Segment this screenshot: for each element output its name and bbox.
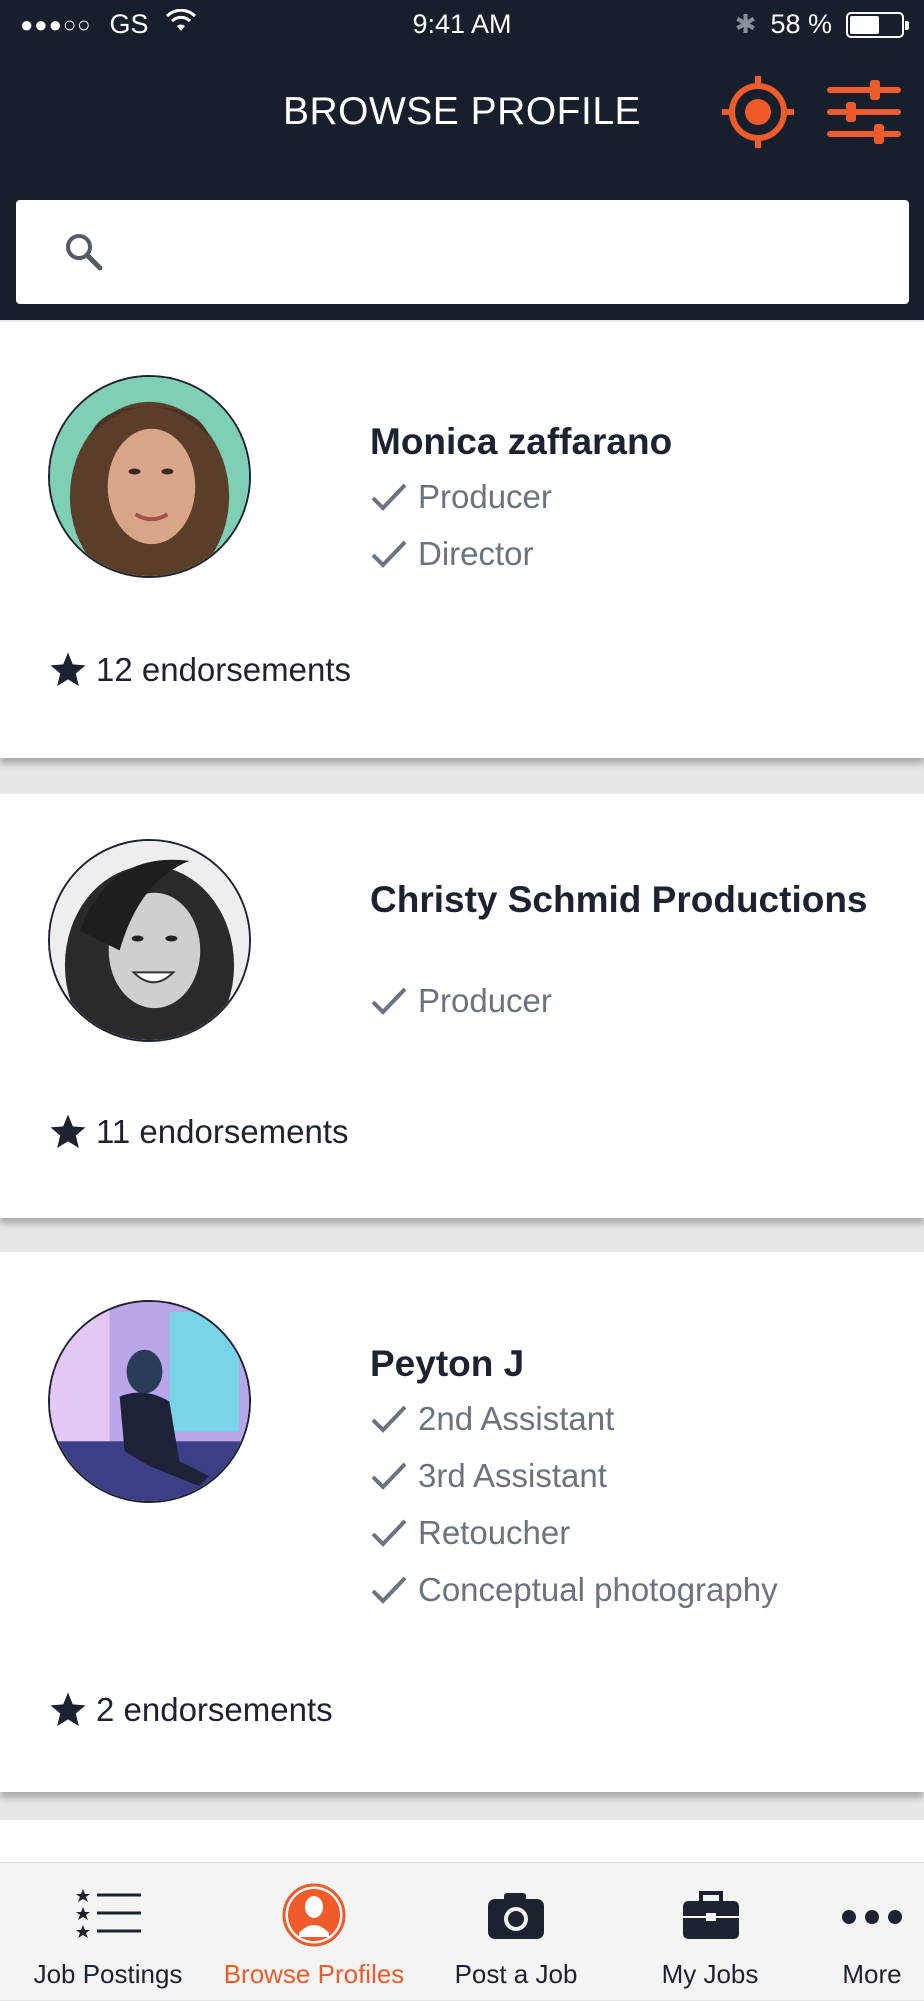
checkmark-icon [371, 540, 407, 568]
sliders-icon [827, 80, 901, 144]
profile-name: Peyton J [370, 1343, 525, 1384]
tab-post-a-job[interactable]: Post a Job [436, 1863, 596, 2001]
status-bar: ●●●○○ GS 9:41 AM ✱ 58 % [0, 0, 924, 48]
person-icon [282, 1883, 346, 1947]
tab-more[interactable]: More [792, 1863, 924, 2001]
avatar [48, 839, 251, 1042]
endorsement-count: 11 endorsements [48, 1112, 349, 1152]
role-label: 3rd Assistant [418, 1456, 607, 1494]
role-label: Producer [418, 981, 552, 1019]
role-label: Producer [418, 477, 552, 515]
role-label: Director [418, 534, 534, 572]
briefcase-icon [683, 1891, 739, 1939]
checkmark-icon [371, 1462, 407, 1490]
profile-card-monica[interactable]: Monica zaffarano Producer Director 12 en… [0, 322, 924, 758]
endorsement-count: 12 endorsements [48, 650, 351, 690]
star-icon [50, 1692, 86, 1726]
role-item: Producer [370, 468, 890, 525]
tab-job-postings[interactable]: Job Postings [28, 1863, 188, 2001]
battery-percent: 58 % [770, 9, 832, 39]
crosshair-icon [722, 76, 794, 148]
role-label: 2nd Assistant [418, 1399, 615, 1437]
profile-card-peyton[interactable]: Peyton J 2nd Assistant 3rd Assistant Ret… [0, 1252, 924, 1792]
endorsement-label: 2 endorsements [96, 1691, 333, 1728]
search-icon [66, 234, 103, 271]
avatar [48, 1300, 251, 1503]
filter-button[interactable] [826, 76, 902, 148]
checkmark-icon [371, 1405, 407, 1433]
profile-card-christy[interactable]: Christy Schmid Productions Producer 11 e… [0, 794, 924, 1218]
tab-label: Post a Job [454, 1959, 578, 1989]
search-input[interactable] [126, 220, 886, 284]
avatar [48, 375, 251, 578]
bluetooth-icon: ✱ [734, 9, 757, 39]
profile-name: Christy Schmid Productions [370, 879, 868, 920]
role-item: Conceptual photography [370, 1561, 890, 1618]
tab-label: More [842, 1959, 902, 1989]
search-bar[interactable] [16, 200, 909, 304]
role-label: Retoucher [418, 1513, 571, 1551]
role-item: Retoucher [370, 1504, 890, 1561]
profile-name: Monica zaffarano [370, 421, 673, 462]
checkmark-icon [371, 1519, 407, 1547]
battery-icon [846, 11, 909, 38]
role-item: 2nd Assistant [370, 1390, 890, 1447]
checkmark-icon [371, 483, 407, 511]
star-icon [50, 652, 86, 686]
role-label: Conceptual photography [418, 1570, 778, 1608]
role-item: 3rd Assistant [370, 1447, 890, 1504]
tab-my-jobs[interactable]: My Jobs [630, 1863, 790, 2001]
battery-level [850, 15, 879, 34]
star-icon [50, 1114, 86, 1148]
endorsement-label: 12 endorsements [96, 651, 351, 688]
more-icon [842, 1910, 902, 1924]
header: ●●●○○ GS 9:41 AM ✱ 58 % BROWSE PROFILE [0, 0, 924, 320]
endorsement-label: 11 endorsements [96, 1113, 349, 1150]
camera-icon [488, 1893, 544, 1939]
tab-label: Job Postings [33, 1959, 183, 1989]
tab-browse-profiles[interactable]: Browse Profiles [224, 1863, 404, 2001]
tab-label: Browse Profiles [223, 1959, 405, 1989]
checkmark-icon [371, 987, 407, 1015]
tab-bar: Job Postings Browse Profiles Post a Job … [0, 1862, 924, 2000]
list-icon [76, 1889, 141, 1938]
checkmark-icon [371, 1576, 407, 1604]
role-item: Producer [370, 972, 890, 1029]
endorsement-count: 2 endorsements [48, 1690, 333, 1730]
locate-button[interactable] [722, 76, 794, 148]
role-item: Director [370, 525, 890, 582]
